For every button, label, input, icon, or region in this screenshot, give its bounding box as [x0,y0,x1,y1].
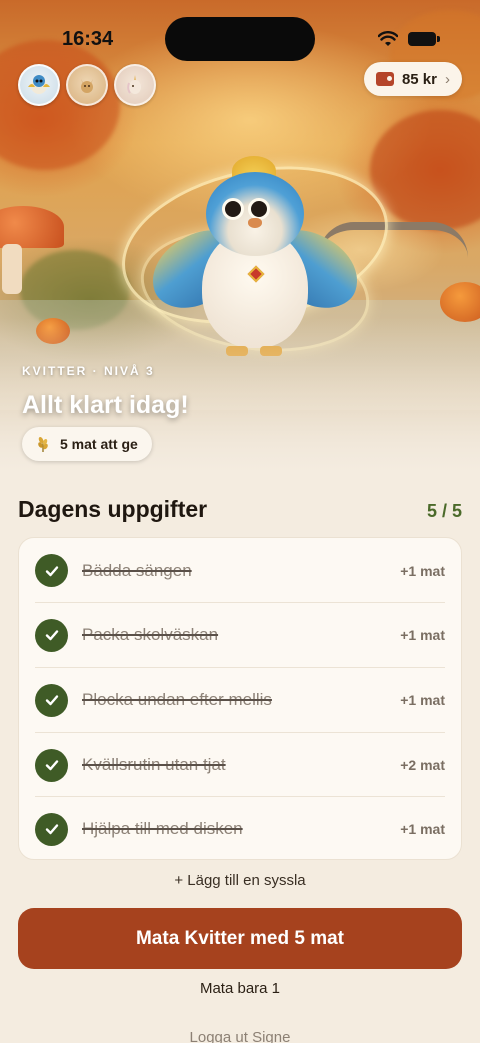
add-chore-button[interactable]: + Lägg till en syssla [0,872,480,889]
task-label: Kvällsrutin utan tjat [82,755,226,774]
task-reward: +1 mat [400,821,445,837]
feed-one-button[interactable]: Mata bara 1 [0,980,480,997]
task-item[interactable]: Hjälpa till med disken +1 mat [35,796,445,861]
wallet-icon [375,72,394,86]
battery-icon [408,32,440,46]
task-reward: +1 mat [400,562,445,579]
checkmark-icon[interactable] [35,554,68,587]
hero-title: Allt klart idag! [22,391,189,419]
pet-selector [18,64,156,106]
cat-avatar-icon[interactable] [66,64,108,106]
feed-pet-button[interactable]: Mata Kvitter med 5 mat [18,908,462,969]
bird-avatar-icon[interactable] [18,64,60,106]
checkmark-icon[interactable] [35,618,68,652]
wheat-icon [38,436,48,452]
task-reward: +2 mat [400,757,445,773]
task-list: Bädda sängen +1 mat Packa skolväskan +1 … [18,537,462,860]
status-icons [378,31,440,47]
logout-button[interactable]: Logga ut Signe [0,1029,480,1043]
wifi-icon [378,31,398,46]
task-item[interactable]: Kvällsrutin utan tjat +2 mat [35,732,445,797]
checkmark-icon[interactable] [35,748,68,782]
task-label: Bädda sängen [82,560,192,580]
tasks-title: Dagens uppgifter [18,496,208,522]
task-item[interactable]: Bädda sängen +1 mat [35,538,445,603]
task-item[interactable]: Plocka undan efter mellis +1 mat [35,667,445,732]
status-time: 16:34 [62,28,114,50]
food-count-label: 5 mat att ge [60,436,138,452]
task-item[interactable]: Packa skolväskan +1 mat [35,602,445,667]
chevron-right-icon: › [445,70,450,88]
pet-level-label: KVITTER · NIVÅ 3 [22,364,155,378]
checkmark-icon[interactable] [35,812,68,846]
task-label: Packa skolväskan [82,625,219,644]
wallet-balance: 85 kr [401,70,437,88]
unicorn-avatar-icon[interactable] [114,64,156,106]
tasks-header: Dagens uppgifter 5 / 5 [18,496,462,523]
dynamic-island [165,17,315,61]
task-reward: +1 mat [400,692,445,708]
wallet-button[interactable]: 85 kr › [363,62,462,96]
checkmark-icon[interactable] [35,683,68,717]
tasks-progress-count: 5 / 5 [426,501,462,521]
mushroom-illustration [0,206,64,248]
task-label: Plocka undan efter mellis [82,690,272,709]
task-label: Hjälpa till med disken [82,819,243,838]
task-reward: +1 mat [400,627,445,643]
food-count-pill: 5 mat att ge [22,427,152,461]
